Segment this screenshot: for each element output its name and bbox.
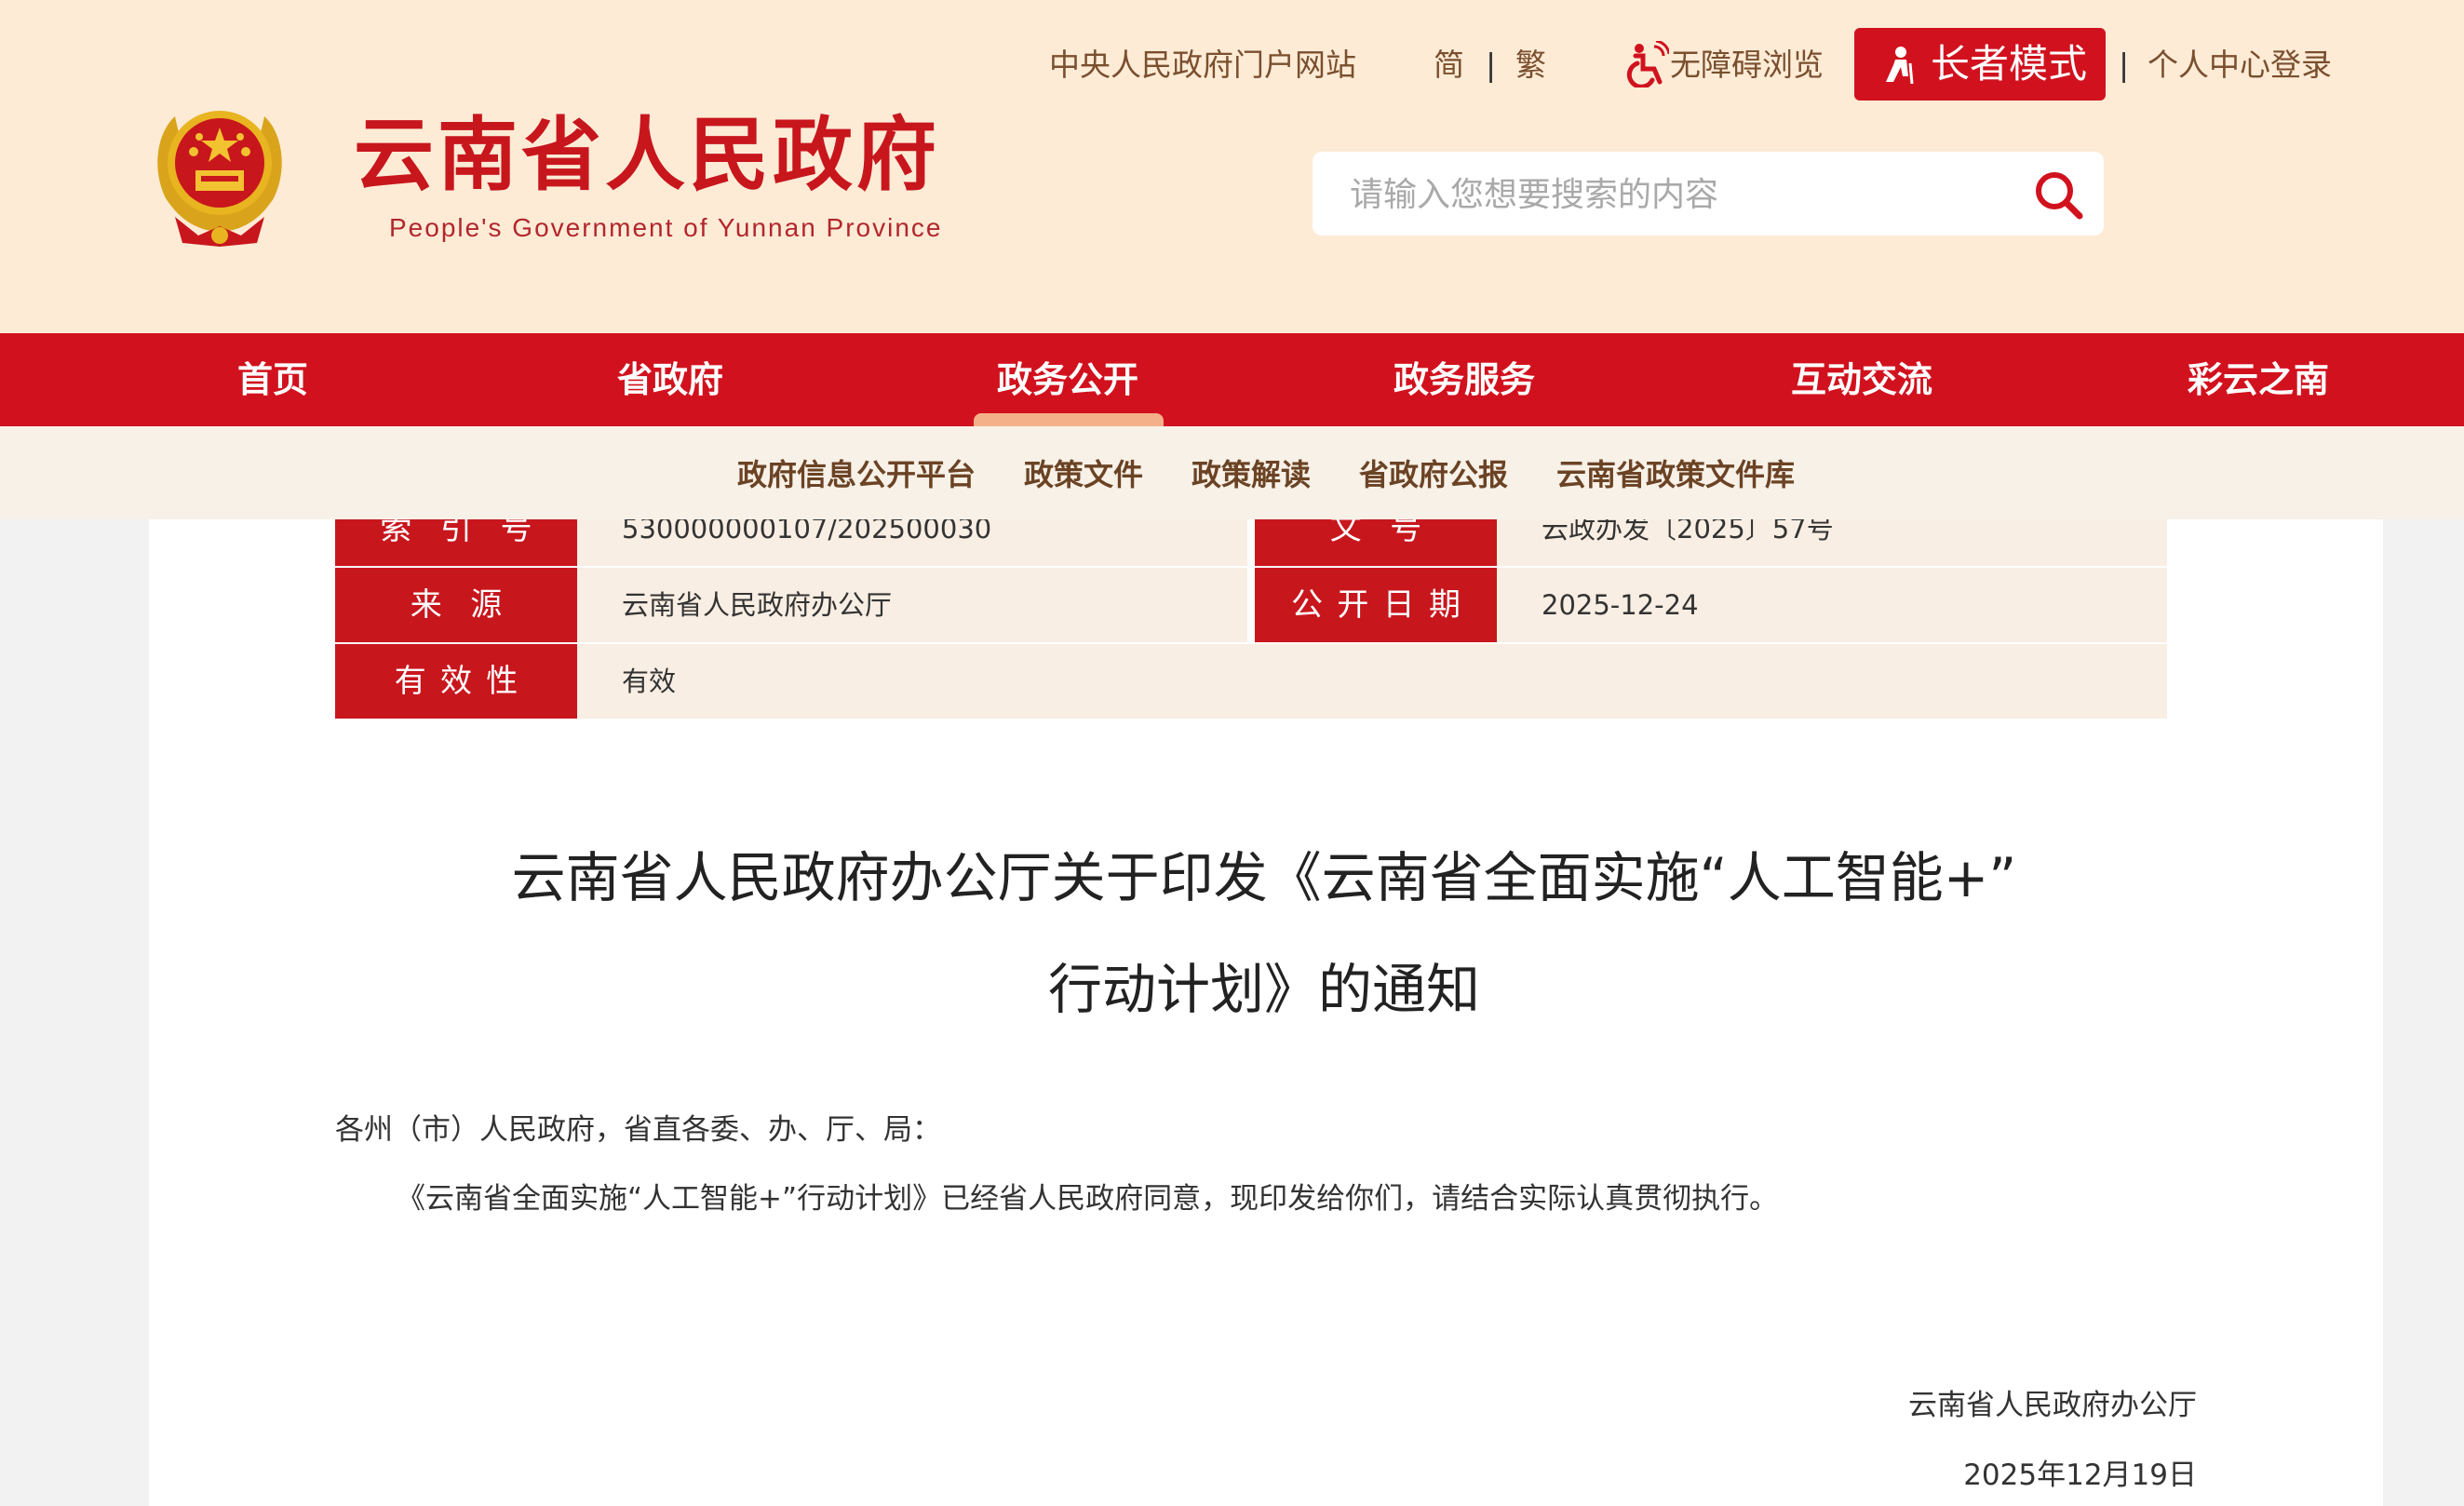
nav-item-provincial-government[interactable]: 省政府 <box>617 333 723 426</box>
national-emblem-icon <box>157 111 282 247</box>
separator: | <box>2119 47 2130 83</box>
central-portal-link[interactable]: 中央人民政府门户网站 <box>1049 47 1356 84</box>
nav-item-government-affairs-disclosure[interactable]: 政务公开 <box>997 333 1138 426</box>
meta-label-publish-date: 公开日期 <box>1255 568 1508 642</box>
document-title-line-2: 行动计划》的通知 <box>1047 958 1480 1021</box>
accessibility-icon <box>1626 41 1669 87</box>
signature-date: 2025年12月19日 <box>1963 1459 2197 1492</box>
signature-organization: 云南省人民政府办公厅 <box>1908 1389 2197 1422</box>
login-link[interactable]: 个人中心登录 <box>2148 47 2332 84</box>
subnav-item-info-platform[interactable]: 政府信息公开平台 <box>737 426 976 523</box>
search-box <box>1313 152 2104 235</box>
elder-person-icon <box>1886 47 1914 84</box>
sub-nav-overlay: 政府信息公开平台 政策文件 政策解读 省政府公报 云南省政策文件库 <box>0 426 2464 519</box>
subnav-item-policy-library[interactable]: 云南省政策文件库 <box>1556 426 1795 523</box>
elder-mode-button[interactable]: 长者模式 <box>1854 28 2106 101</box>
main-nav: 首页 省政府 政务公开 政务服务 互动交流 彩云之南 <box>0 333 2464 426</box>
elder-mode-label: 长者模式 <box>1931 41 2088 87</box>
meta-label-source: 来源 <box>335 568 588 642</box>
search-icon[interactable] <box>2029 166 2087 223</box>
meta-label-validity: 有效性 <box>335 644 588 719</box>
site-name-cn: 云南省人民政府 <box>354 108 940 202</box>
nav-item-government-services[interactable]: 政务服务 <box>1394 333 1535 426</box>
search-input[interactable] <box>1348 168 1985 221</box>
separator: | <box>1486 47 1497 83</box>
site-name-en: People's Government of Yunnan Province <box>389 213 943 242</box>
meta-value-validity: 有效 <box>577 644 2167 719</box>
simplified-chinese-link[interactable]: 简 <box>1434 47 1464 84</box>
nav-item-colorful-yunnan[interactable]: 彩云之南 <box>2188 333 2329 426</box>
document-title-line-1: 云南省人民政府办公厅关于印发《云南省全面实施“人工智能+” <box>511 846 2017 909</box>
subnav-item-government-gazette[interactable]: 省政府公报 <box>1359 426 1508 523</box>
nav-item-interaction[interactable]: 互动交流 <box>1791 333 1932 426</box>
accessibility-link[interactable]: 无障碍浏览 <box>1670 47 1824 84</box>
body-paragraph: 《云南省全面实施“人工智能+”行动计划》已经省人民政府同意，现印发给你们，请结合… <box>397 1182 1779 1216</box>
nav-active-indicator <box>974 413 1164 426</box>
subnav-item-policy-documents[interactable]: 政策文件 <box>1024 426 1143 523</box>
subnav-item-policy-interpretation[interactable]: 政策解读 <box>1192 426 1311 523</box>
meta-value-publish-date: 2025-12-24 <box>1497 568 2167 642</box>
nav-item-home[interactable]: 首页 <box>237 333 308 426</box>
traditional-chinese-link[interactable]: 繁 <box>1515 47 1546 84</box>
meta-value-source: 云南省人民政府办公厅 <box>577 568 1247 642</box>
salutation: 各州（市）人民政府，省直各委、办、厅、局： <box>335 1113 941 1147</box>
document-title: 云南省人民政府办公厅关于印发《云南省全面实施“人工智能+” 行动计划》的通知 <box>335 822 2193 1045</box>
